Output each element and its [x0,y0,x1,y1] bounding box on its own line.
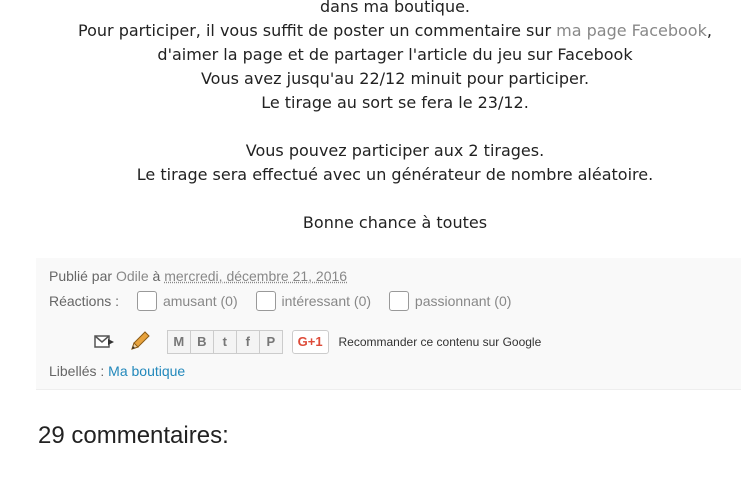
labels-row: Libellés : Ma boutique [49,363,185,379]
post-text-line: d'aimer la page et de partager l'article… [157,45,633,64]
post-footer: Publié par Odile à mercredi, décembre 21… [36,258,741,390]
post-text-line: Vous pouvez participer aux 2 tirages. [245,141,545,160]
email-post-icon[interactable] [93,330,117,354]
post-body: dans ma boutique. Pour participer, il vo… [40,0,741,235]
share-row: MBtfP G+1 Recommander ce contenu sur Goo… [49,330,541,354]
reaction-label: amusant (0) [162,293,238,309]
facebook-page-link[interactable]: ma page Facebook [556,21,707,40]
reaction-checkbox[interactable] [388,291,409,311]
label-link-ma-boutique[interactable]: Ma boutique [108,363,185,379]
post-text-line: Le tirage au sort se fera le 23/12. [261,93,529,112]
reaction-interessant[interactable]: intéressant (0) [255,291,372,311]
reactions-label: Réactions : [49,293,120,309]
reaction-checkbox[interactable] [136,291,157,311]
share-buttons-group: MBtfP [166,330,283,354]
post-text-line: Vous avez jusqu'au 22/12 minuit pour par… [200,69,590,88]
reaction-passionnant[interactable]: passionnant (0) [388,291,512,311]
email-icon[interactable]: M [168,331,191,353]
google-recommend-text: Recommander ce contenu sur Google [338,335,542,349]
post-text: Pour participer, il vous suffit de poste… [78,21,557,40]
pinterest-icon[interactable]: P [260,331,282,353]
reactions-row: Réactions : amusant (0) intéressant (0) … [49,291,525,311]
published-prefix: Publié par [49,268,113,284]
comments-title: 29 commentaires: [38,422,229,449]
google-plus-button[interactable]: G+1 [291,330,329,354]
facebook-icon[interactable]: f [237,331,260,353]
post-text-line: Le tirage sera effectué avec un générate… [136,165,654,184]
post-date-link[interactable]: mercredi, décembre 21, 2016 [164,268,347,284]
twitter-icon[interactable]: t [214,331,237,353]
reaction-label: passionnant (0) [414,293,512,309]
author-link[interactable]: Odile [116,268,149,284]
at-text: à [152,268,161,284]
labels-prefix: Libellés : [49,363,105,379]
blogger-icon[interactable]: B [191,331,214,353]
post-text-line: Pour participer, il vous suffit de poste… [40,19,741,43]
post-text-line: dans ma boutique. [319,0,471,16]
post-text: , [706,21,712,40]
pencil-edit-icon[interactable] [127,330,151,354]
reaction-checkbox[interactable] [255,291,276,311]
reaction-amusant[interactable]: amusant (0) [136,291,238,311]
post-published-row: Publié par Odile à mercredi, décembre 21… [49,268,347,284]
post-text-line: Bonne chance à toutes [302,213,488,232]
reaction-label: intéressant (0) [281,293,372,309]
